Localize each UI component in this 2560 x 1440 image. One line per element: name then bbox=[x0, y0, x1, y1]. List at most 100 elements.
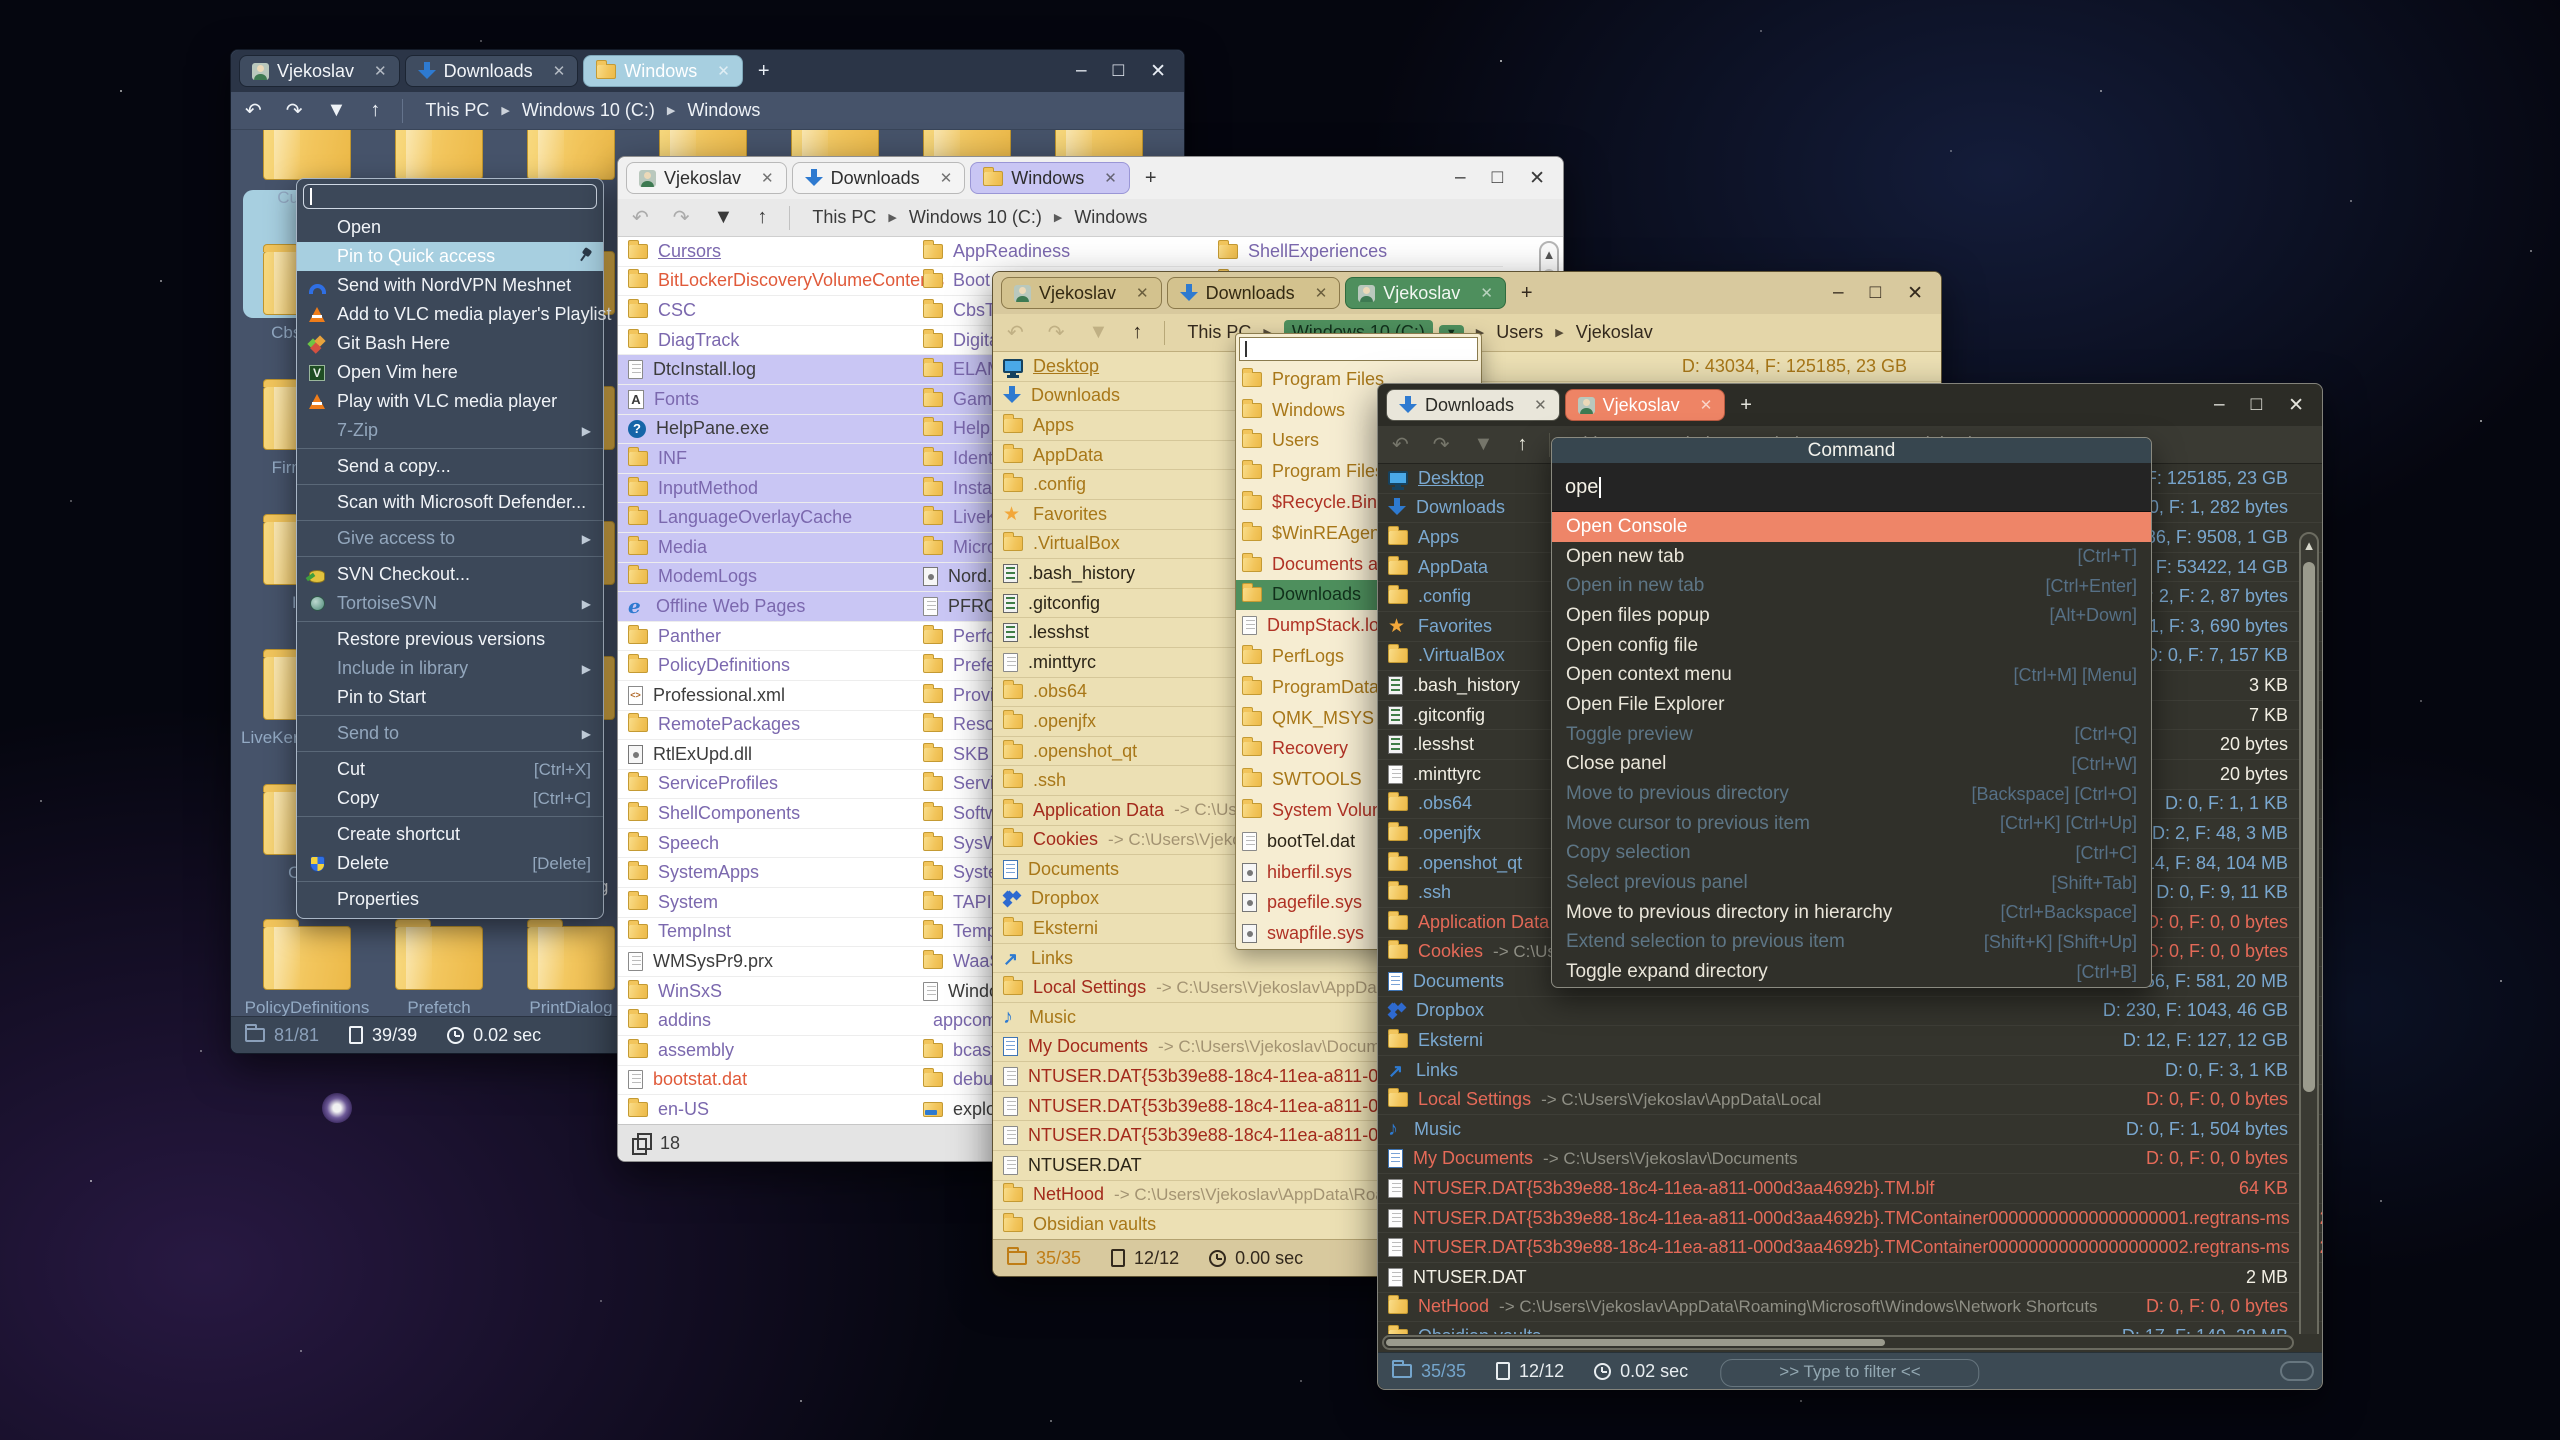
close-button[interactable]: ✕ bbox=[1907, 282, 1923, 305]
type-to-filter[interactable]: >> Type to filter << bbox=[1720, 1359, 1979, 1387]
menu-item-send-with-nordvpn-meshnet[interactable]: Send with NordVPN Meshnet bbox=[297, 271, 603, 300]
new-tab-button[interactable]: + bbox=[1135, 167, 1167, 190]
file-row[interactable]: addins bbox=[618, 1006, 913, 1036]
palette-item-toggle-preview[interactable]: Toggle preview[Ctrl+Q] bbox=[1552, 720, 2151, 750]
tab-windows[interactable]: Windows✕ bbox=[583, 55, 743, 87]
file-row[interactable]: Fonts bbox=[618, 385, 913, 415]
horizontal-scrollbar[interactable] bbox=[1382, 1335, 2294, 1350]
tab-close-icon[interactable]: ✕ bbox=[374, 62, 387, 80]
file-row[interactable]: Cursors bbox=[618, 237, 913, 267]
file-row[interactable]: Panther bbox=[618, 622, 913, 652]
file-row[interactable]: ShellComponents bbox=[618, 799, 913, 829]
scroll-thumb[interactable] bbox=[1386, 1339, 1885, 1346]
palette-item-select-previous-panel[interactable]: Select previous panel[Shift+Tab] bbox=[1552, 868, 2151, 898]
tab-downloads[interactable]: Downloads✕ bbox=[1167, 277, 1341, 309]
scroll-thumb[interactable] bbox=[2303, 562, 2315, 1092]
menu-item-pin-to-quick-access[interactable]: Pin to Quick access bbox=[297, 242, 603, 271]
palette-item-open-files-popup[interactable]: Open files popup[Alt+Down] bbox=[1552, 601, 2151, 631]
file-row[interactable]: RtlExUpd.dll bbox=[618, 740, 913, 770]
up-button[interactable]: ↑ bbox=[1132, 321, 1142, 344]
maximize-button[interactable]: □ bbox=[2251, 394, 2262, 417]
file-row[interactable]: RemotePackages bbox=[618, 711, 913, 741]
history-dropdown-button[interactable]: ▼ bbox=[1089, 321, 1109, 344]
file-row[interactable]: Obsidian vaultsD: 17, F: 149, 38 MB bbox=[1378, 1322, 2322, 1334]
file-row[interactable]: DtcInstall.log bbox=[618, 355, 913, 385]
minimize-button[interactable]: – bbox=[1076, 60, 1087, 83]
breadcrumb-item-windows-10-c-[interactable]: Windows 10 (C:) bbox=[909, 207, 1042, 228]
history-dropdown-button[interactable]: ▼ bbox=[714, 206, 734, 229]
back-button[interactable]: ↶ bbox=[245, 98, 262, 123]
back-button[interactable]: ↶ bbox=[632, 205, 649, 230]
file-row[interactable]: NTUSER.DAT{53b39e88-18c4-11ea-a811-000d3… bbox=[1378, 1174, 2322, 1204]
menu-item-include-in-library[interactable]: Include in library▶ bbox=[297, 654, 603, 683]
palette-item-toggle-expand-directory[interactable]: Toggle expand directory[Ctrl+B] bbox=[1552, 957, 2151, 987]
forward-button[interactable]: ↷ bbox=[1433, 432, 1450, 457]
palette-item-open-in-new-tab[interactable]: Open in new tab[Ctrl+Enter] bbox=[1552, 571, 2151, 601]
grid-item[interactable]: Prefetch bbox=[373, 926, 505, 1016]
tab-close-icon[interactable]: ✕ bbox=[1534, 396, 1547, 414]
forward-button[interactable]: ↷ bbox=[1048, 320, 1065, 345]
palette-item-close-panel[interactable]: Close panel[Ctrl+W] bbox=[1552, 750, 2151, 780]
menu-item-give-access-to[interactable]: Give access to▶ bbox=[297, 524, 603, 553]
breadcrumb-item-this-pc[interactable]: This PC bbox=[425, 100, 489, 121]
file-row[interactable]: LinksD: 0, F: 3, 1 KB bbox=[1378, 1056, 2322, 1086]
minimize-button[interactable]: – bbox=[1455, 167, 1466, 190]
menu-item-send-a-copy-[interactable]: Send a copy... bbox=[297, 452, 603, 481]
breadcrumb-item-vjekoslav[interactable]: Vjekoslav bbox=[1576, 322, 1653, 343]
file-row[interactable]: Local Settings-> C:\Users\Vjekoslav\AppD… bbox=[1378, 1085, 2322, 1115]
breadcrumb-item-windows[interactable]: Windows bbox=[1074, 207, 1147, 228]
menu-item-pin-to-start[interactable]: Pin to Start bbox=[297, 683, 603, 712]
file-row[interactable]: InputMethod bbox=[618, 474, 913, 504]
up-button[interactable]: ↑ bbox=[1517, 433, 1527, 456]
menu-item-scan-with-microsoft-defender-[interactable]: Scan with Microsoft Defender... bbox=[297, 488, 603, 517]
file-row[interactable]: NetHood-> C:\Users\Vjekoslav\AppData\Roa… bbox=[1378, 1293, 2322, 1323]
file-row[interactable]: WinSxS bbox=[618, 977, 913, 1007]
menu-item-create-shortcut[interactable]: Create shortcut bbox=[297, 820, 603, 849]
tab-vjekoslav[interactable]: Vjekoslav✕ bbox=[626, 162, 787, 194]
tab-close-icon[interactable]: ✕ bbox=[717, 62, 730, 80]
file-row[interactable]: HelpPane.exe bbox=[618, 415, 913, 445]
menu-item-send-to[interactable]: Send to▶ bbox=[297, 719, 603, 748]
file-row[interactable]: TempInst bbox=[618, 918, 913, 948]
close-button[interactable]: ✕ bbox=[1150, 60, 1166, 83]
menu-item-cut[interactable]: Cut[Ctrl+X] bbox=[297, 755, 603, 784]
breadcrumb-item-windows[interactable]: Windows bbox=[687, 100, 760, 121]
palette-item-move-to-previous-directory-in-hierarchy[interactable]: Move to previous directory in hierarchy[… bbox=[1552, 898, 2151, 928]
palette-item-open-config-file[interactable]: Open config file bbox=[1552, 631, 2151, 661]
back-button[interactable]: ↶ bbox=[1392, 432, 1409, 457]
forward-button[interactable]: ↷ bbox=[286, 98, 303, 123]
menu-item-add-to-vlc-media-player-s-playlist[interactable]: Add to VLC media player's Playlist bbox=[297, 300, 603, 329]
palette-item-open-context-menu[interactable]: Open context menu[Ctrl+M] [Menu] bbox=[1552, 660, 2151, 690]
file-row[interactable]: bootstat.dat bbox=[618, 1066, 913, 1096]
minimize-button[interactable]: – bbox=[1833, 282, 1844, 305]
tab-downloads[interactable]: Downloads✕ bbox=[1386, 389, 1560, 421]
close-button[interactable]: ✕ bbox=[2288, 394, 2304, 417]
forward-button[interactable]: ↷ bbox=[673, 205, 690, 230]
file-row[interactable]: ServiceProfiles bbox=[618, 770, 913, 800]
menu-item-tortoisesvn[interactable]: TortoiseSVN▶ bbox=[297, 589, 603, 618]
file-row[interactable]: DiagTrack bbox=[618, 326, 913, 356]
maximize-button[interactable]: □ bbox=[1113, 60, 1124, 83]
tab-vjekoslav[interactable]: Vjekoslav✕ bbox=[1345, 277, 1506, 309]
history-dropdown-button[interactable]: ▼ bbox=[1474, 433, 1494, 456]
palette-item-move-to-previous-directory[interactable]: Move to previous directory[Backspace] [C… bbox=[1552, 779, 2151, 809]
tab-windows[interactable]: Windows✕ bbox=[970, 162, 1130, 194]
palette-item-extend-selection-to-previous-item[interactable]: Extend selection to previous item[Shift+… bbox=[1552, 928, 2151, 958]
scroll-up-icon[interactable]: ▲ bbox=[2301, 534, 2317, 553]
tab-downloads[interactable]: Downloads✕ bbox=[792, 162, 966, 194]
file-row[interactable]: PolicyDefinitions bbox=[618, 651, 913, 681]
tab-vjekoslav[interactable]: Vjekoslav✕ bbox=[1001, 277, 1162, 309]
new-tab-button[interactable]: + bbox=[1730, 394, 1762, 417]
file-row[interactable]: Media bbox=[618, 533, 913, 563]
file-row[interactable]: assembly bbox=[618, 1036, 913, 1066]
file-row[interactable]: en-US bbox=[618, 1095, 913, 1124]
history-dropdown-button[interactable]: ▼ bbox=[327, 99, 347, 122]
dropdown-filter-input[interactable] bbox=[1239, 337, 1478, 361]
new-tab-button[interactable]: + bbox=[1511, 282, 1543, 305]
file-row[interactable]: Speech bbox=[618, 829, 913, 859]
up-button[interactable]: ↑ bbox=[757, 206, 767, 229]
menu-item-svn-checkout-[interactable]: SVN Checkout... bbox=[297, 560, 603, 589]
tab-vjekoslav[interactable]: Vjekoslav✕ bbox=[1565, 389, 1726, 421]
tab-downloads[interactable]: Downloads✕ bbox=[405, 55, 579, 87]
scrollbar[interactable]: ▲▼ bbox=[2299, 532, 2319, 1334]
